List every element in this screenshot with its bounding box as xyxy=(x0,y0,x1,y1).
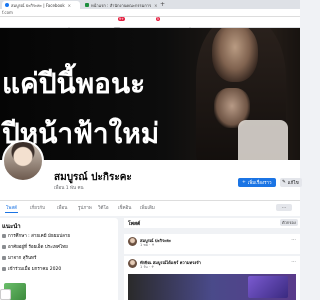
profile-avatar[interactable] xyxy=(2,140,44,182)
marketplace-icon[interactable]: 5 xyxy=(148,17,160,34)
edit-profile-button[interactable]: ✎ แก้ไข xyxy=(280,178,302,187)
address-text: f.com xyxy=(2,10,13,15)
home-icon xyxy=(2,244,6,249)
tab-more[interactable]: เพิ่มเติม xyxy=(140,204,155,211)
avatar[interactable] xyxy=(128,259,137,268)
location-icon xyxy=(2,255,6,260)
tab-checkins[interactable]: เช็คอิน xyxy=(118,204,131,211)
tab-title: สมบูรณ์ ปะกิระคะ | Facebook xyxy=(11,2,65,8)
video-badge: 9+ xyxy=(117,17,125,21)
posts-header: โพสต์ ตัวกรอง xyxy=(124,218,300,228)
cover-photo[interactable]: แค่ปีนี้พอนะ ปีหน้าฟ้าใหม่ xyxy=(0,28,300,160)
edit-profile-label: แก้ไข xyxy=(287,181,299,186)
browser-tab-facebook[interactable]: สมบูรณ์ ปะกิระคะ | Facebook × xyxy=(2,1,80,9)
tab-photos[interactable]: รูปภาพ xyxy=(78,204,92,211)
intro-row-education: การศึกษา : สายเคมี มัธยมปลาย xyxy=(2,232,70,239)
pencil-icon: ✎ xyxy=(282,180,286,185)
add-story-label: เพิ่มเรื่องราว xyxy=(247,181,272,186)
profile-tabs: โพสต์ เกี่ยวกับ เพื่อน รูปภาพ วิดีโอ เช็… xyxy=(0,200,300,214)
new-tab-button[interactable]: + xyxy=(160,1,165,8)
more-icon[interactable]: ··· xyxy=(291,259,296,265)
intro-row-from: มาจาก สุรินทร์ xyxy=(2,254,36,261)
video-icon[interactable]: 9+ xyxy=(113,17,125,34)
post-image[interactable] xyxy=(128,274,296,300)
tab-posts[interactable]: โพสต์ xyxy=(4,204,19,213)
profile-name: สมบูรณ์ ปะกิระคะ xyxy=(54,172,132,183)
plus-icon: + xyxy=(242,180,246,185)
clock-icon xyxy=(2,266,6,271)
intro-title: แนะนำ xyxy=(2,223,21,230)
more-options-button[interactable]: ··· xyxy=(276,204,292,211)
tab-title: หน้าแรก : สำนักงานคณะกรรมการ xyxy=(91,2,152,8)
close-tab-icon[interactable]: × xyxy=(68,3,71,8)
add-story-button[interactable]: + เพิ่มเรื่องราว xyxy=(238,178,276,187)
groups-icon[interactable] xyxy=(186,19,194,34)
post-card: สมบูรณ์ ปะกิระคะ 1 ชม · ⚘ ··· xyxy=(124,234,300,254)
post-card: ทักษิณ สมบูรณ์ได้แชร์ ความทรงจำ 1 วัน · … xyxy=(124,256,300,300)
facebook-favicon-icon xyxy=(5,3,9,7)
intro-row-joined: เข้าร่วมเมื่อ มกราคม 2020 xyxy=(2,265,61,272)
tab-videos[interactable]: วิดีโอ xyxy=(98,204,109,211)
education-icon xyxy=(2,233,6,238)
facebook-top-nav: 9+ 5 xyxy=(0,17,300,34)
friends-count[interactable]: เพื่อน 1 พัน คน xyxy=(54,184,84,191)
close-tab-icon[interactable]: × xyxy=(154,3,157,8)
cover-text-line-1: แค่ปีนี้พอนะ xyxy=(2,67,146,100)
more-icon[interactable]: ··· xyxy=(291,237,296,243)
filter-button[interactable]: ตัวกรอง xyxy=(280,219,298,226)
groups-badge: 5 xyxy=(155,17,160,21)
browser-tab-government[interactable]: หน้าแรก : สำนักงานคณะกรรมการ × xyxy=(82,1,158,9)
post-meta: 1 ชม · ⚘ xyxy=(140,243,155,247)
post-meta: 1 วัน · ⚘ xyxy=(140,265,155,269)
address-bar[interactable]: f.com xyxy=(0,9,300,17)
avatar[interactable] xyxy=(128,237,137,246)
tab-about[interactable]: เกี่ยวกับ xyxy=(30,204,45,211)
intro-row-lives-in: อาศัยอยู่ที่ ร้อยเอ็ด ประเทศไทย xyxy=(2,243,68,250)
taskbar-app-icon[interactable] xyxy=(0,289,11,300)
posts-title: โพสต์ xyxy=(128,221,141,227)
site-favicon-icon xyxy=(85,3,89,7)
gaming-icon[interactable] xyxy=(228,19,236,33)
tab-friends[interactable]: เพื่อน xyxy=(57,204,67,211)
browser-tab-bar: สมบูรณ์ ปะกิระคะ | Facebook × หน้าแรก : … xyxy=(0,0,300,9)
home-icon[interactable] xyxy=(65,19,73,34)
